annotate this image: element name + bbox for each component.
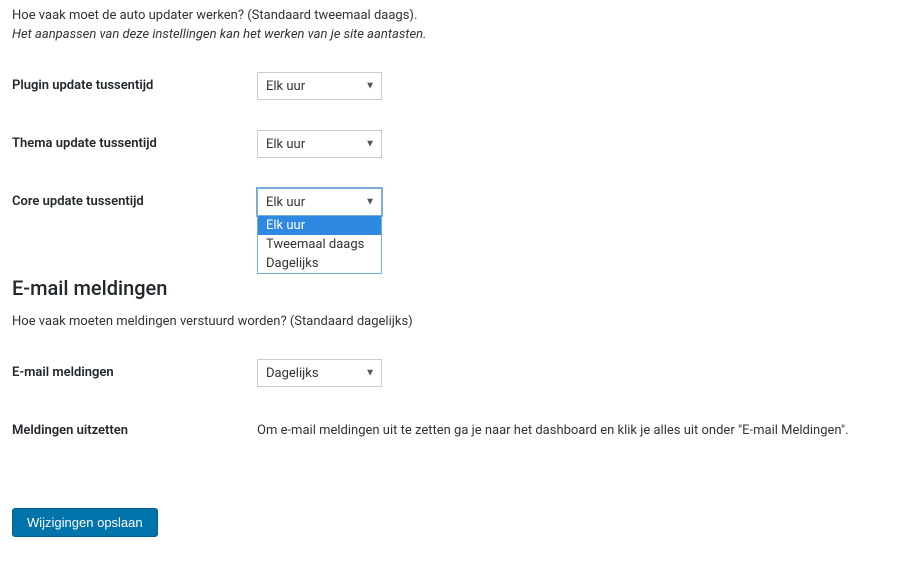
email-section-heading: E-mail meldingen — [12, 276, 897, 300]
disable-notifications-text: Om e-mail meldingen uit te zetten ga je … — [257, 417, 897, 438]
core-interval-value: Elk uur — [266, 195, 305, 210]
email-interval-label: E-mail meldingen — [12, 359, 257, 380]
core-interval-row: Core update tussentijd Elk uur ▼ Elk uur… — [12, 188, 897, 216]
intro-text: Hoe vaak moet de auto updater werken? (S… — [12, 0, 897, 27]
disable-notifications-row: Meldingen uitzetten Om e-mail meldingen … — [12, 417, 897, 438]
intro-warning: Het aanpassen van deze instellingen kan … — [12, 27, 897, 72]
theme-interval-value: Elk uur — [266, 137, 305, 152]
core-interval-dropdown: Elk uur Tweemaal daags Dagelijks — [257, 215, 382, 274]
plugin-interval-value: Elk uur — [266, 79, 305, 94]
core-interval-label: Core update tussentijd — [12, 188, 257, 209]
chevron-down-icon: ▼ — [365, 197, 375, 208]
theme-interval-select[interactable]: Elk uur ▼ — [257, 130, 382, 158]
email-interval-value: Dagelijks — [266, 366, 319, 381]
disable-notifications-label: Meldingen uitzetten — [12, 417, 257, 438]
core-interval-option[interactable]: Dagelijks — [258, 254, 381, 273]
chevron-down-icon: ▼ — [365, 139, 375, 150]
plugin-interval-select[interactable]: Elk uur ▼ — [257, 72, 382, 100]
email-interval-row: E-mail meldingen Dagelijks ▼ — [12, 359, 897, 387]
theme-interval-label: Thema update tussentijd — [12, 130, 257, 151]
email-interval-select[interactable]: Dagelijks ▼ — [257, 359, 382, 387]
chevron-down-icon: ▼ — [365, 368, 375, 379]
core-interval-option[interactable]: Tweemaal daags — [258, 235, 381, 254]
plugin-interval-label: Plugin update tussentijd — [12, 72, 257, 93]
core-interval-option[interactable]: Elk uur — [258, 216, 381, 235]
plugin-interval-row: Plugin update tussentijd Elk uur ▼ — [12, 72, 897, 100]
chevron-down-icon: ▼ — [365, 81, 375, 92]
core-interval-select[interactable]: Elk uur ▼ — [257, 188, 382, 216]
email-section-description: Hoe vaak moeten meldingen verstuurd word… — [12, 314, 897, 329]
theme-interval-row: Thema update tussentijd Elk uur ▼ — [12, 130, 897, 158]
save-button[interactable]: Wijzigingen opslaan — [12, 508, 158, 537]
